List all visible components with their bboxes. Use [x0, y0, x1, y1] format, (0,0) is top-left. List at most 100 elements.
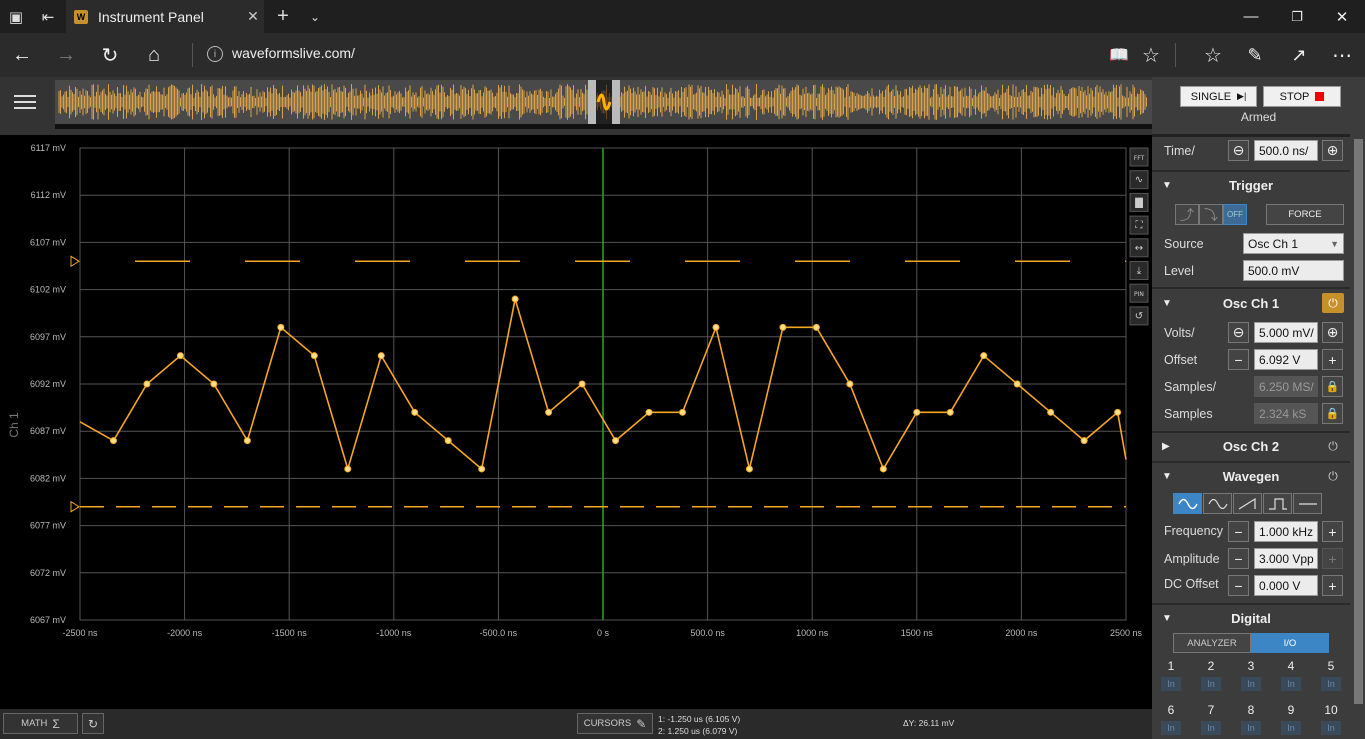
offset-plus-button[interactable]: + — [1322, 349, 1343, 370]
digital-pin-in-toggle[interactable]: In — [1321, 677, 1341, 691]
refresh-math-icon[interactable]: ↻ — [82, 713, 104, 734]
math-button[interactable]: MATH Σ — [3, 713, 78, 734]
forward-icon[interactable]: → — [46, 33, 86, 77]
osc-ch2-section-header[interactable]: ▶ Osc Ch 2 ⏻ — [1152, 433, 1350, 459]
wavegen-section-header[interactable]: ▼ Wavegen ⏻ — [1152, 463, 1350, 489]
sine-wave-icon[interactable] — [1173, 493, 1202, 514]
single-button[interactable]: SINGLE ▶| — [1180, 86, 1257, 107]
volts-zoom-in-icon[interactable]: ⊕ — [1322, 322, 1343, 343]
new-tab-icon[interactable]: + — [267, 0, 299, 33]
cursor1-marker-icon[interactable] — [70, 255, 80, 268]
favorites-hub-icon[interactable]: ☆ — [1193, 33, 1233, 77]
share-icon[interactable]: ↗ — [1279, 33, 1319, 77]
ch1-power-icon[interactable]: ⏻ — [1322, 293, 1344, 313]
download-icon[interactable]: ⤓ — [1129, 261, 1149, 280]
offset-minus-button[interactable]: − — [1228, 349, 1249, 370]
frequency-input[interactable]: 1.000 kHz — [1254, 521, 1318, 542]
wavegen-power-icon[interactable]: ⏻ — [1322, 466, 1344, 486]
sawtooth-wave-icon[interactable] — [1233, 493, 1262, 514]
tab-close-icon[interactable]: ✕ — [242, 8, 264, 25]
pen-icon[interactable]: ✎ — [1235, 33, 1275, 77]
cursor2-marker-icon[interactable] — [70, 500, 80, 513]
digital-pin-in-toggle[interactable]: In — [1201, 677, 1221, 691]
volts-per-div-input[interactable]: 5.000 mV/ — [1254, 322, 1318, 343]
dc-offset-input[interactable]: 0.000 V — [1254, 575, 1318, 596]
cursor-split-icon[interactable]: ↔ — [1129, 238, 1149, 258]
time-per-div-input[interactable]: 500.0 ns/ — [1254, 140, 1318, 161]
cursors-button[interactable]: CURSORS ✎ — [577, 713, 653, 734]
time-zoom-out-icon[interactable]: ⊖ — [1228, 140, 1249, 161]
hamburger-menu-icon[interactable] — [14, 95, 36, 115]
dc-offset-plus-button[interactable]: + — [1322, 575, 1343, 596]
viewport-handle-right[interactable] — [612, 80, 620, 124]
digital-pin-in-toggle[interactable]: In — [1321, 721, 1341, 735]
more-icon[interactable]: ⋯ — [1322, 33, 1362, 77]
trigger-section-header[interactable]: ▼ Trigger — [1152, 172, 1350, 198]
svg-text:PIN: PIN — [1134, 291, 1144, 298]
back-icon[interactable]: ← — [2, 33, 42, 77]
digital-pin-in-toggle[interactable]: In — [1281, 721, 1301, 735]
tab-io[interactable]: I/O — [1251, 633, 1329, 653]
overview-scrollbar[interactable] — [55, 124, 1152, 129]
histogram-icon[interactable]: ▇ — [1129, 192, 1149, 212]
autofit-icon[interactable]: ⛶ — [1129, 215, 1149, 235]
time-zoom-in-icon[interactable]: ⊕ — [1322, 140, 1343, 161]
panel-scrollbar-thumb[interactable] — [1354, 139, 1363, 704]
tab-analyzer[interactable]: ANALYZER — [1173, 633, 1251, 653]
frequency-minus-button[interactable]: − — [1228, 521, 1249, 542]
tab-list-icon[interactable]: ▣ — [0, 0, 32, 33]
offset-input[interactable]: 6.092 V — [1254, 349, 1318, 370]
digital-pin-in-toggle[interactable]: In — [1281, 677, 1301, 691]
window-close-icon[interactable]: ✕ — [1319, 0, 1365, 33]
osc-ch1-section-header[interactable]: ▼ Osc Ch 1 ⏻ — [1152, 290, 1350, 316]
samples-input[interactable]: 2.324 kS — [1254, 403, 1318, 424]
dc-wave-icon[interactable] — [1293, 493, 1322, 514]
dc-offset-minus-button[interactable]: − — [1228, 575, 1249, 596]
digital-pin-in-toggle[interactable]: In — [1241, 721, 1261, 735]
reset-icon[interactable]: ↺ — [1129, 306, 1149, 326]
refresh-icon[interactable]: ↻ — [90, 33, 130, 77]
trigger-source-select[interactable]: Osc Ch 1 ▼ — [1243, 233, 1344, 254]
favorite-star-icon[interactable]: ☆ — [1131, 33, 1171, 77]
tab-instrument-panel[interactable]: W Instrument Panel ✕ — [66, 0, 264, 33]
volts-zoom-out-icon[interactable]: ⊖ — [1228, 322, 1249, 343]
tab-dropdown-chevron-icon[interactable]: ⌄ — [299, 0, 331, 33]
y-tick-label: 6092 mV — [30, 379, 66, 389]
oscilloscope-plot[interactable]: 6117 mV 6112 mV 6107 mV 6102 mV 6097 mV 6092 … — [0, 135, 1152, 709]
digital-section-header[interactable]: ▼ Digital — [1152, 605, 1350, 631]
sample-rate-input[interactable]: 6.250 MS/ — [1254, 376, 1318, 397]
ch2-power-icon[interactable]: ⏻ — [1322, 436, 1344, 456]
sine-wave-alt-icon[interactable] — [1203, 493, 1232, 514]
minimize-icon[interactable]: — — [1228, 0, 1274, 33]
x-axis-ticks: -2500 ns -2000 ns -1500 ns -1000 ns -500.0 n… — [62, 628, 1142, 638]
frequency-plus-button[interactable]: + — [1322, 521, 1343, 542]
chevron-down-icon: ▼ — [1330, 238, 1339, 249]
trigger-level-input[interactable]: 500.0 mV — [1243, 260, 1344, 281]
lock-icon[interactable]: 🔒 — [1322, 403, 1343, 424]
sample-point — [444, 437, 452, 445]
digital-pin-in-toggle[interactable]: In — [1161, 721, 1181, 735]
digital-pin-in-toggle[interactable]: In — [1161, 677, 1181, 691]
home-icon[interactable]: ⌂ — [134, 33, 174, 77]
fft-button[interactable]: FFT — [1129, 147, 1149, 167]
viewport-handle-left[interactable] — [588, 80, 596, 124]
math-filter-icon[interactable]: ∿ — [1129, 170, 1149, 190]
force-trigger-button[interactable]: FORCE — [1266, 204, 1344, 225]
amplitude-input[interactable]: 3.000 Vpp — [1254, 548, 1318, 569]
url-field[interactable]: waveformslive.com/ — [232, 45, 355, 61]
pin-button[interactable]: PIN — [1129, 283, 1149, 303]
waveform-overview[interactable] — [55, 80, 1152, 129]
falling-edge-icon[interactable]: ⤵ — [1199, 204, 1223, 225]
lock-icon[interactable]: 🔒 — [1322, 376, 1343, 397]
stop-button[interactable]: STOP — [1263, 86, 1341, 107]
trigger-off-button[interactable]: OFF — [1223, 204, 1247, 225]
digital-pin-in-toggle[interactable]: In — [1241, 677, 1261, 691]
site-info-icon[interactable]: i — [207, 46, 223, 62]
amplitude-plus-button[interactable]: + — [1322, 548, 1343, 569]
restore-icon[interactable]: ❐ — [1274, 0, 1320, 33]
set-tabs-aside-icon[interactable]: ⇤ — [32, 0, 64, 33]
rising-edge-icon[interactable]: ⤴ — [1175, 204, 1199, 225]
amplitude-minus-button[interactable]: − — [1228, 548, 1249, 569]
digital-pin-in-toggle[interactable]: In — [1201, 721, 1221, 735]
square-wave-icon[interactable] — [1263, 493, 1292, 514]
